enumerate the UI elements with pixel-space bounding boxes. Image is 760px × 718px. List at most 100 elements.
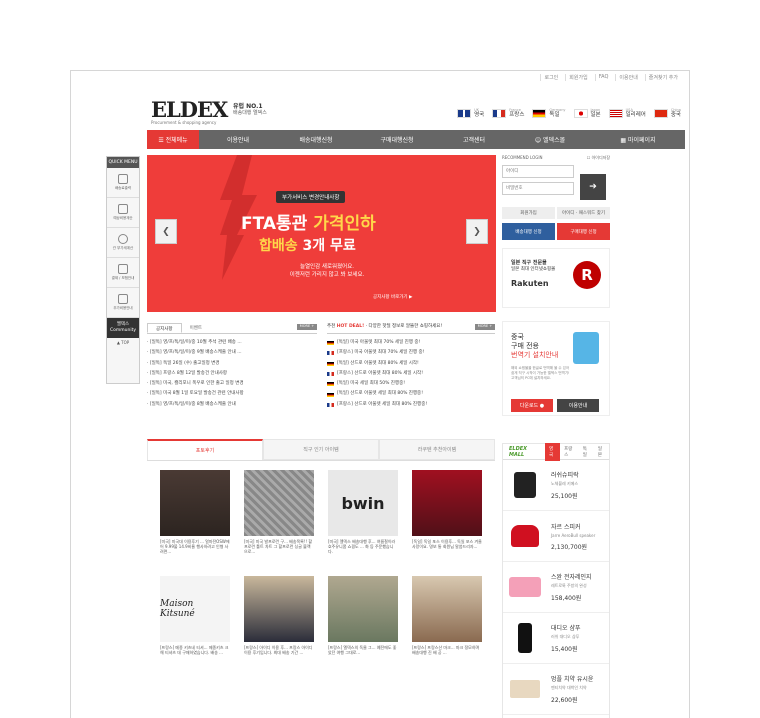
join-button[interactable]: 회원가입 xyxy=(502,207,555,219)
tab-france[interactable]: 프랑스 xyxy=(560,443,579,461)
password-input[interactable] xyxy=(502,182,574,195)
nav-eldex-mall[interactable]: ☺ 엘덱스몰 xyxy=(509,130,591,149)
product-item[interactable]: 스완 전자레인지 레트로룩 주방의 완성 158,400원 xyxy=(503,562,609,613)
hotdeal-item[interactable]: [독일] 산드로 아울렛 세일 최대 80% 진행중! xyxy=(327,389,495,399)
notice-more-button[interactable]: MORE + xyxy=(297,324,317,330)
hotdeal-item[interactable]: [독일] 미국 세일 최대 50% 진행중! xyxy=(327,379,495,389)
country-france[interactable]: France 프랑스 xyxy=(492,108,524,119)
notice-item[interactable]: · [일독] 독일 26일 (수) 출고일정 변경 xyxy=(147,359,317,369)
rakuten-banner[interactable]: 일본 직구 전문몰 일본 최대 인터넷쇼핑몰 Rakuten R xyxy=(502,248,610,308)
notice-item[interactable]: · [일독] 미국, 캘리포니 폭우로 인한 출고 일정 변경 xyxy=(147,379,317,389)
rakuten-logo: Rakuten xyxy=(511,279,549,288)
request-buttons: 배송대행 신청 구매대행 신청 xyxy=(502,223,610,240)
hotdeal-item[interactable]: [프랑스] 산드로 아울렛 세일 최대 80% 진행중! xyxy=(327,400,495,410)
review-card[interactable]: [미국] 미국대 이용후기 ... 얼마전OSW에어 9.99불 14.9비율 … xyxy=(160,470,230,562)
hotdeal-item[interactable]: [프랑스] 미국 아울렛 최대 70% 세일 진행 중! xyxy=(327,348,495,358)
nav-guide[interactable]: 이용안내 xyxy=(199,130,277,149)
download-button[interactable]: 다운로드 ● xyxy=(511,399,553,412)
find-account-button[interactable]: 아이디 · 패스워드 찾기 xyxy=(557,207,610,219)
nav-delivery-request[interactable]: 배송대행신청 xyxy=(277,130,355,149)
notice-item[interactable]: · [일독] 영/프/독/일/미/중 9월 배송스케줄 안내 ... xyxy=(147,348,317,358)
quick-community[interactable]: 엘덱스 Community xyxy=(107,318,139,338)
hotdeal-item[interactable]: [독일] 산드로 아울렛 최대 80% 세일 시작! xyxy=(327,359,495,369)
country-germany[interactable]: Germany 독일 xyxy=(532,108,566,119)
save-id-checkbox[interactable]: ☐ 아이디저장 xyxy=(587,155,610,161)
country-china[interactable]: China 중국 xyxy=(653,108,681,119)
review-card[interactable]: [미국] 미국 발프로런 구... 배송목록!! 할프로런 톨트 차트 그 할프… xyxy=(244,470,314,562)
banner-next-button[interactable]: ❯ xyxy=(466,219,488,244)
tab-event[interactable]: 이벤트 xyxy=(182,323,210,333)
review-card[interactable]: [프랑스] 엘덱스의 독물 그... 예전에도 좋았던 여행 그대로... xyxy=(328,576,398,668)
review-card[interactable]: Maison Kitsuné [프랑스] 메종 키츠네 티셔... 메종키츠 크해… xyxy=(160,576,230,668)
hotdeal-more-button[interactable]: MORE + xyxy=(475,324,495,330)
country-uk[interactable]: UK 영국 xyxy=(457,108,484,119)
quick-payment[interactable]: 결제 / 보험안내 xyxy=(107,258,139,288)
notice-item[interactable]: · [일독] 영/프/독/일/미/중 10월 추석 관련 배송 ... xyxy=(147,338,317,348)
id-input[interactable] xyxy=(502,165,574,178)
review-card[interactable]: [독일] 독일 포스 이용후... 독일 포스 겨울 사랑이요. 명보 통 회원… xyxy=(412,470,482,562)
product-desc: 레트로룩 주방의 완성 xyxy=(551,583,587,588)
tab-rakuten-items[interactable]: 라쿠텐 추천아이템 xyxy=(379,439,495,460)
main-banner[interactable]: 부가서비스 변경안내사항 FTA통관 가격인하 합배송 3개 무료 늘열인감 새… xyxy=(147,155,496,312)
page-frame: 로그인 회원가입 FAQ 이용안내 즐겨찾기 추가 ELDEX Procurem… xyxy=(70,70,690,718)
product-item[interactable]: 멍플 치약 유시윤 멘티치약 대박인 치약 22,600원 xyxy=(503,664,609,715)
product-price: 25,100원 xyxy=(551,493,578,500)
translator-app-banner[interactable]: 중국 구매 전용 번역기 설치안내 해외 쇼핑몰을 한글로 번역해 볼 수 있어… xyxy=(502,321,610,416)
guide-link[interactable]: 이용안내 xyxy=(615,74,640,81)
nav-purchase-request[interactable]: 구매대행신청 xyxy=(355,130,439,149)
product-item[interactable]: 러쉬슈띠락 노체블레 키메스 25,100원 xyxy=(503,460,609,511)
login-link[interactable]: 로그인 xyxy=(540,74,561,81)
product-item[interactable]: 자르 스피커 Jarre AeroBull speaker 2,130,700원 xyxy=(503,511,609,562)
delivery-request-button[interactable]: 배송대행 신청 xyxy=(502,223,555,240)
bookmark-link[interactable]: 즐겨찾기 추가 xyxy=(644,74,681,81)
notice-item[interactable]: · [일독] 미국 8월 1일 토요일 발송건 관련 안내사항 xyxy=(147,389,317,399)
nav-mypage[interactable]: ▦ 마이페이지 xyxy=(591,130,685,149)
purchase-request-button[interactable]: 구매대행 신청 xyxy=(557,223,610,240)
hotdeal-text: [독일] 미국 세일 최대 50% 진행중! xyxy=(337,381,406,387)
join-link[interactable]: 회원가입 xyxy=(565,74,590,81)
product-desc: Jarre AeroBull speaker xyxy=(551,532,596,538)
product-item[interactable]: 대디오 샴푸 러쉬 대디오 샴푸 15,400원 xyxy=(503,613,609,664)
hotdeal-prefix: 추천 xyxy=(327,324,337,329)
hotdeal-item[interactable]: [프랑스] 산드로 아울렛 최대 80% 세일 시작! xyxy=(327,369,495,379)
tab-uk[interactable]: 영국 xyxy=(545,442,561,461)
review-card[interactable]: bwin [미국] 엘덱스 배송대행 후... 여름철이라 호주유니폼 쇼핑도 .… xyxy=(328,470,398,562)
logo-tagline2: 배송대행 엘덱스 xyxy=(233,110,267,116)
tab-japan[interactable]: 일본 xyxy=(594,443,609,461)
hotdeal-item[interactable]: [독일] 미국 아울렛 최대 70% 세일 진행 중! xyxy=(327,338,495,348)
product-image xyxy=(507,518,543,554)
tab-germany[interactable]: 독일 xyxy=(579,443,594,461)
tab-photo-review[interactable]: 포토후기 xyxy=(147,439,263,460)
eldex-mall-logo: ELDEX MALL xyxy=(509,445,528,458)
banner-prev-button[interactable]: ❮ xyxy=(155,219,177,244)
product-price: 22,600원 xyxy=(551,697,578,704)
banner-desc2: 이젠저런 가리지 않고 봐 보세요. xyxy=(289,272,365,278)
quick-cost-calc[interactable]: 예상비용계산 xyxy=(107,198,139,228)
nav-customer-center[interactable]: 고객센터 xyxy=(439,130,509,149)
country-japan[interactable]: Japan 일본 xyxy=(573,108,601,119)
quick-menu-header: QUICK MENU xyxy=(107,157,139,168)
quick-shipping-fee[interactable]: 배송료출력 xyxy=(107,168,139,198)
quick-label: 예상비용계산 xyxy=(113,216,133,220)
app-guide-button[interactable]: 이용안내 xyxy=(557,399,599,412)
faq-link[interactable]: FAQ xyxy=(594,74,612,81)
notice-item[interactable]: · [일독] 프랑스 8월 12일 발송건 안내사항 xyxy=(147,369,317,379)
login-submit-button[interactable]: ➔ xyxy=(580,174,606,200)
review-photo xyxy=(328,576,398,642)
review-card[interactable]: [프랑스] 아이디 이용 후... 프랑스 아이디 이용 후기입니다. 최대 배… xyxy=(244,576,314,668)
banner-more-link[interactable]: 공지사항 바로가기 ▶ xyxy=(373,294,412,300)
france-flag-icon xyxy=(327,351,334,356)
site-logo[interactable]: ELDEX Procurement & shopping agency 유럽 N… xyxy=(151,97,267,125)
nav-all-menu[interactable]: ☰ 전체메뉴 xyxy=(147,130,199,149)
top-button[interactable]: ▲ TOP xyxy=(107,338,139,347)
quick-extra-cost[interactable]: 추가비용안내 xyxy=(107,288,139,318)
product-price: 15,400원 xyxy=(551,646,578,653)
product-name: 스완 전자레인지 xyxy=(551,574,592,581)
review-card[interactable]: [프랑스] 프랑스산 마크... 마크 정모하며 배송대행 진 배 공 ... xyxy=(412,576,482,668)
tab-popular-items[interactable]: 직구 인기 아이템 xyxy=(263,439,379,460)
quick-tax-calc[interactable]: 관 부가세계산 xyxy=(107,228,139,258)
notice-item[interactable]: · [일독] 영/프/독/일/미/중 8월 배송스케줄 안내 xyxy=(147,400,317,410)
country-usa[interactable]: USA 일리레어 xyxy=(608,108,646,119)
login-buttons: 회원가입 아이디 · 패스워드 찾기 xyxy=(502,207,610,219)
tab-notice[interactable]: 공지사항 xyxy=(147,323,182,333)
